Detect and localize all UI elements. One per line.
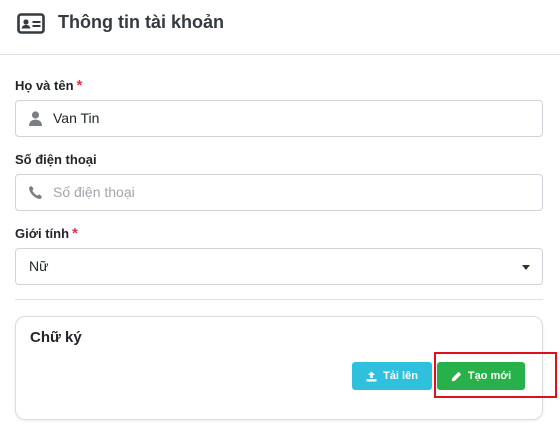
signature-title: Chữ ký [30,329,82,346]
gender-label-text: Giới tính [15,226,70,241]
chevron-down-icon [522,265,530,270]
divider [15,299,543,300]
id-card-icon [17,13,45,34]
user-icon [29,111,42,126]
upload-icon [366,371,377,381]
phone-icon [29,186,42,199]
fullname-label: Họ và tên * [15,78,82,94]
phone-input[interactable]: Số điện thoại [15,174,543,211]
fullname-value: Van Tin [53,110,100,126]
required-mark: * [72,225,78,242]
page-header: Thông tin tài khoản [0,0,560,55]
highlight-box [434,352,557,398]
phone-label: Số điện thoại [15,152,97,167]
page-title: Thông tin tài khoản [58,12,224,32]
phone-placeholder: Số điện thoại [53,184,135,200]
upload-button-label: Tải lên [383,370,418,382]
gender-select[interactable]: Nữ [15,248,543,285]
gender-selected-value: Nữ [29,258,49,274]
fullname-input[interactable]: Van Tin [15,100,543,137]
upload-button[interactable]: Tải lên [352,362,432,390]
fullname-label-text: Họ và tên [15,78,74,93]
required-mark: * [76,77,83,94]
gender-label: Giới tính * [15,226,78,242]
